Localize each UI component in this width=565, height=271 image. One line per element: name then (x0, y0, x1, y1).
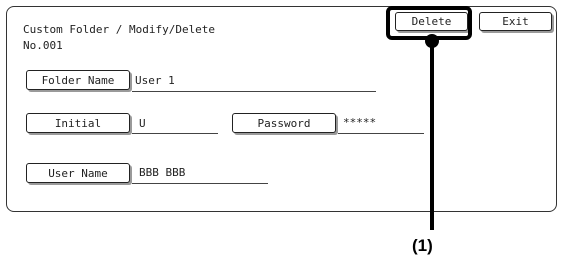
password-underline (338, 133, 424, 134)
user-name-button[interactable]: User Name (26, 163, 130, 183)
folder-number: No.001 (23, 39, 63, 52)
password-button[interactable]: Password (232, 113, 336, 133)
callout-label: (1) (412, 236, 433, 255)
initial-button[interactable]: Initial (26, 113, 130, 133)
folder-name-underline (132, 91, 376, 92)
folder-name-value: User 1 (135, 74, 175, 87)
callout-dot (425, 34, 439, 48)
folder-name-button[interactable]: Folder Name (26, 70, 130, 90)
initial-value: U (139, 117, 146, 130)
user-name-underline (132, 183, 268, 184)
initial-underline (132, 133, 218, 134)
screen-header: Custom Folder / Modify/Delete No.001 (23, 22, 215, 54)
screen-title: Custom Folder / Modify/Delete (23, 23, 216, 36)
callout-line (430, 40, 434, 230)
password-value: ***** (343, 116, 377, 129)
user-name-value: BBB BBB (139, 166, 186, 179)
exit-button[interactable]: Exit (479, 12, 552, 31)
